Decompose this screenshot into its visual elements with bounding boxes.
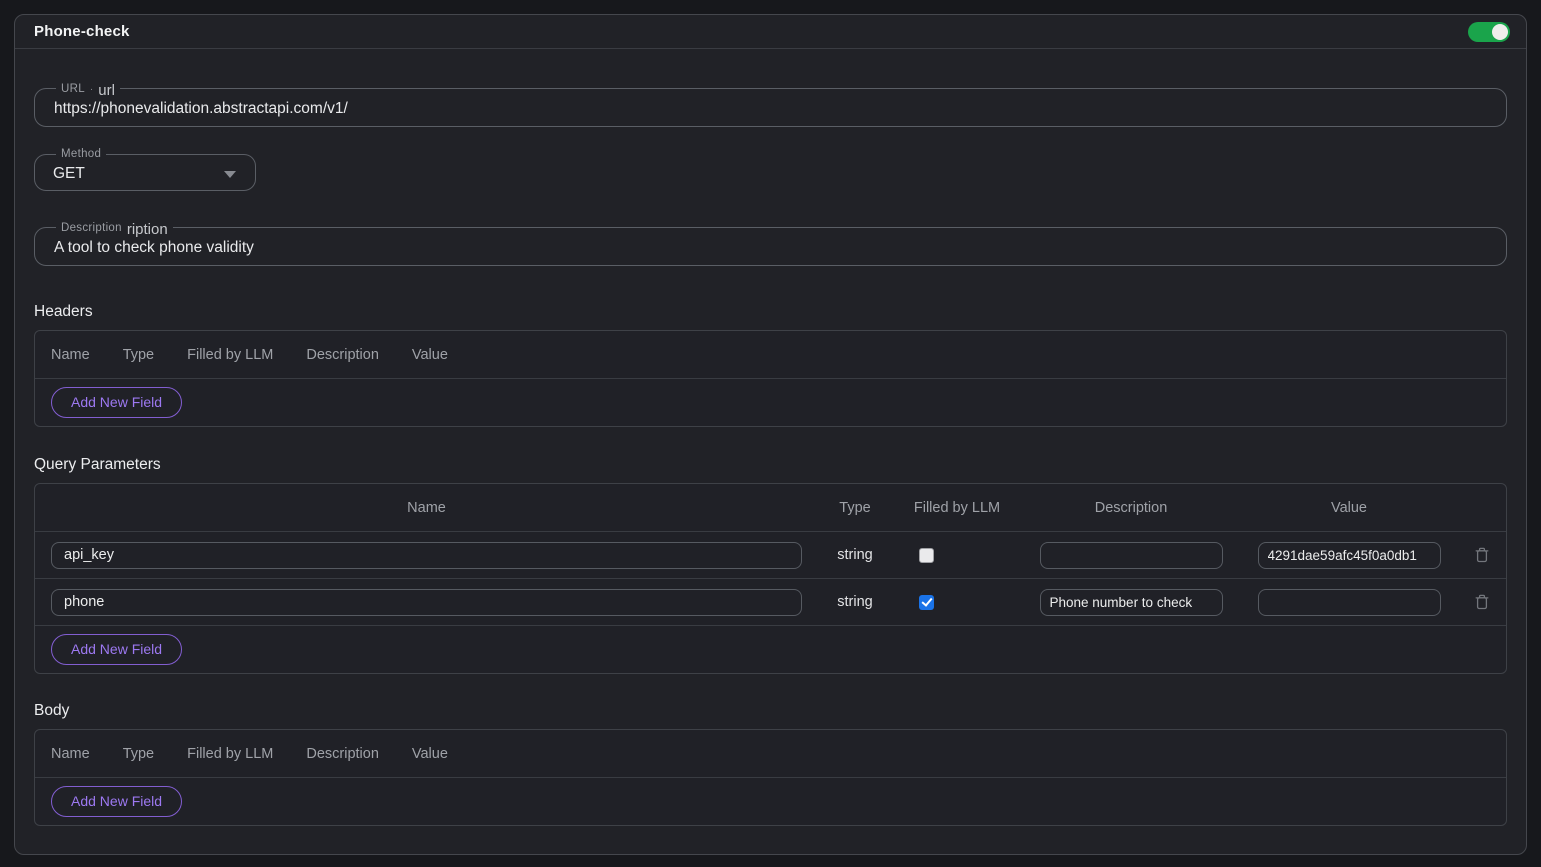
- column-name: Name: [35, 500, 818, 516]
- column-value: Value: [412, 746, 448, 762]
- query-parameters-add-new-field-button[interactable]: Add New Field: [51, 634, 182, 665]
- description-label-text: Description: [61, 219, 122, 238]
- param-description-cell: [1022, 542, 1240, 569]
- param-actions-cell: [1458, 543, 1506, 567]
- description-label-ghost: ription: [127, 220, 168, 239]
- param-type: string: [818, 547, 892, 563]
- checkbox-unchecked[interactable]: [919, 548, 934, 563]
- query-parameters-section-title: Query Parameters: [34, 456, 1507, 474]
- enable-toggle[interactable]: [1468, 22, 1510, 42]
- column-type: Type: [818, 500, 892, 516]
- method-selected-value: GET: [53, 165, 85, 183]
- url-label-ghost: url: [98, 81, 115, 100]
- param-name-input[interactable]: [51, 589, 802, 616]
- table-row-phone: string: [35, 579, 1506, 626]
- trash-icon: [1475, 594, 1489, 610]
- column-description: Description: [306, 746, 379, 762]
- param-description-cell: [1022, 589, 1240, 616]
- description-input[interactable]: [48, 238, 1493, 258]
- param-description-input[interactable]: [1040, 542, 1223, 569]
- delete-row-button[interactable]: [1471, 543, 1493, 567]
- table-row-api-key: string: [35, 532, 1506, 579]
- column-type: Type: [123, 746, 154, 762]
- param-name-cell: [35, 589, 818, 616]
- param-type: string: [818, 594, 892, 610]
- description-field-label: Description ription: [56, 217, 173, 238]
- trash-icon: [1475, 547, 1489, 563]
- column-name: Name: [51, 746, 90, 762]
- column-description: Description: [306, 347, 379, 363]
- toggle-knob-icon: [1492, 24, 1508, 40]
- tool-title: Phone-check: [34, 23, 130, 40]
- column-description: Description: [1022, 500, 1240, 516]
- column-name: Name: [51, 347, 90, 363]
- chevron-down-icon: [224, 171, 236, 178]
- method-select[interactable]: GET: [48, 164, 242, 183]
- column-filled-by-llm: Filled by LLM: [892, 500, 1022, 516]
- headers-table: Name Type Filled by LLM Description Valu…: [34, 330, 1507, 427]
- tool-config-content: URL · url Method GET Description ription: [15, 78, 1526, 826]
- body-add-new-field-button[interactable]: Add New Field: [51, 786, 182, 817]
- tool-config-card: Phone-check URL · url Method GET: [14, 14, 1527, 855]
- body-section-title: Body: [34, 702, 1507, 720]
- method-label-text: Method: [61, 145, 101, 164]
- description-field: Description ription: [34, 217, 1507, 266]
- delete-row-button[interactable]: [1471, 590, 1493, 614]
- query-parameters-table-header: Name Type Filled by LLM Description Valu…: [35, 484, 1506, 532]
- column-filled-by-llm: Filled by LLM: [187, 347, 273, 363]
- param-name-cell: [35, 542, 818, 569]
- column-filled-by-llm: Filled by LLM: [187, 746, 273, 762]
- titlebar: Phone-check: [15, 15, 1526, 49]
- headers-add-row: Add New Field: [35, 379, 1506, 426]
- param-name-input[interactable]: [51, 542, 802, 569]
- param-value-input[interactable]: [1258, 589, 1441, 616]
- param-actions-cell: [1458, 590, 1506, 614]
- headers-section-title: Headers: [34, 303, 1507, 321]
- url-field-label: URL · url: [56, 78, 120, 99]
- query-parameters-add-row: Add New Field: [35, 626, 1506, 673]
- param-llm-cell: [892, 595, 1022, 610]
- url-label-separator: ·: [90, 80, 93, 99]
- method-field-label: Method: [56, 145, 106, 164]
- param-value-input[interactable]: [1258, 542, 1441, 569]
- column-type: Type: [123, 347, 154, 363]
- headers-table-header: Name Type Filled by LLM Description Valu…: [35, 331, 1506, 379]
- param-value-cell: [1240, 589, 1458, 616]
- url-field: URL · url: [34, 78, 1507, 127]
- param-value-cell: [1240, 542, 1458, 569]
- headers-add-new-field-button[interactable]: Add New Field: [51, 387, 182, 418]
- checkbox-checked[interactable]: [919, 595, 934, 610]
- param-llm-cell: [892, 548, 1022, 563]
- query-parameters-table: Name Type Filled by LLM Description Valu…: [34, 483, 1507, 674]
- method-field[interactable]: Method GET: [34, 145, 256, 191]
- body-add-row: Add New Field: [35, 778, 1506, 825]
- url-input[interactable]: [48, 99, 1493, 119]
- param-description-input[interactable]: [1040, 589, 1223, 616]
- body-table-header: Name Type Filled by LLM Description Valu…: [35, 730, 1506, 778]
- body-table: Name Type Filled by LLM Description Valu…: [34, 729, 1507, 826]
- column-value: Value: [1240, 500, 1458, 516]
- url-label-text: URL: [61, 80, 85, 99]
- column-value: Value: [412, 347, 448, 363]
